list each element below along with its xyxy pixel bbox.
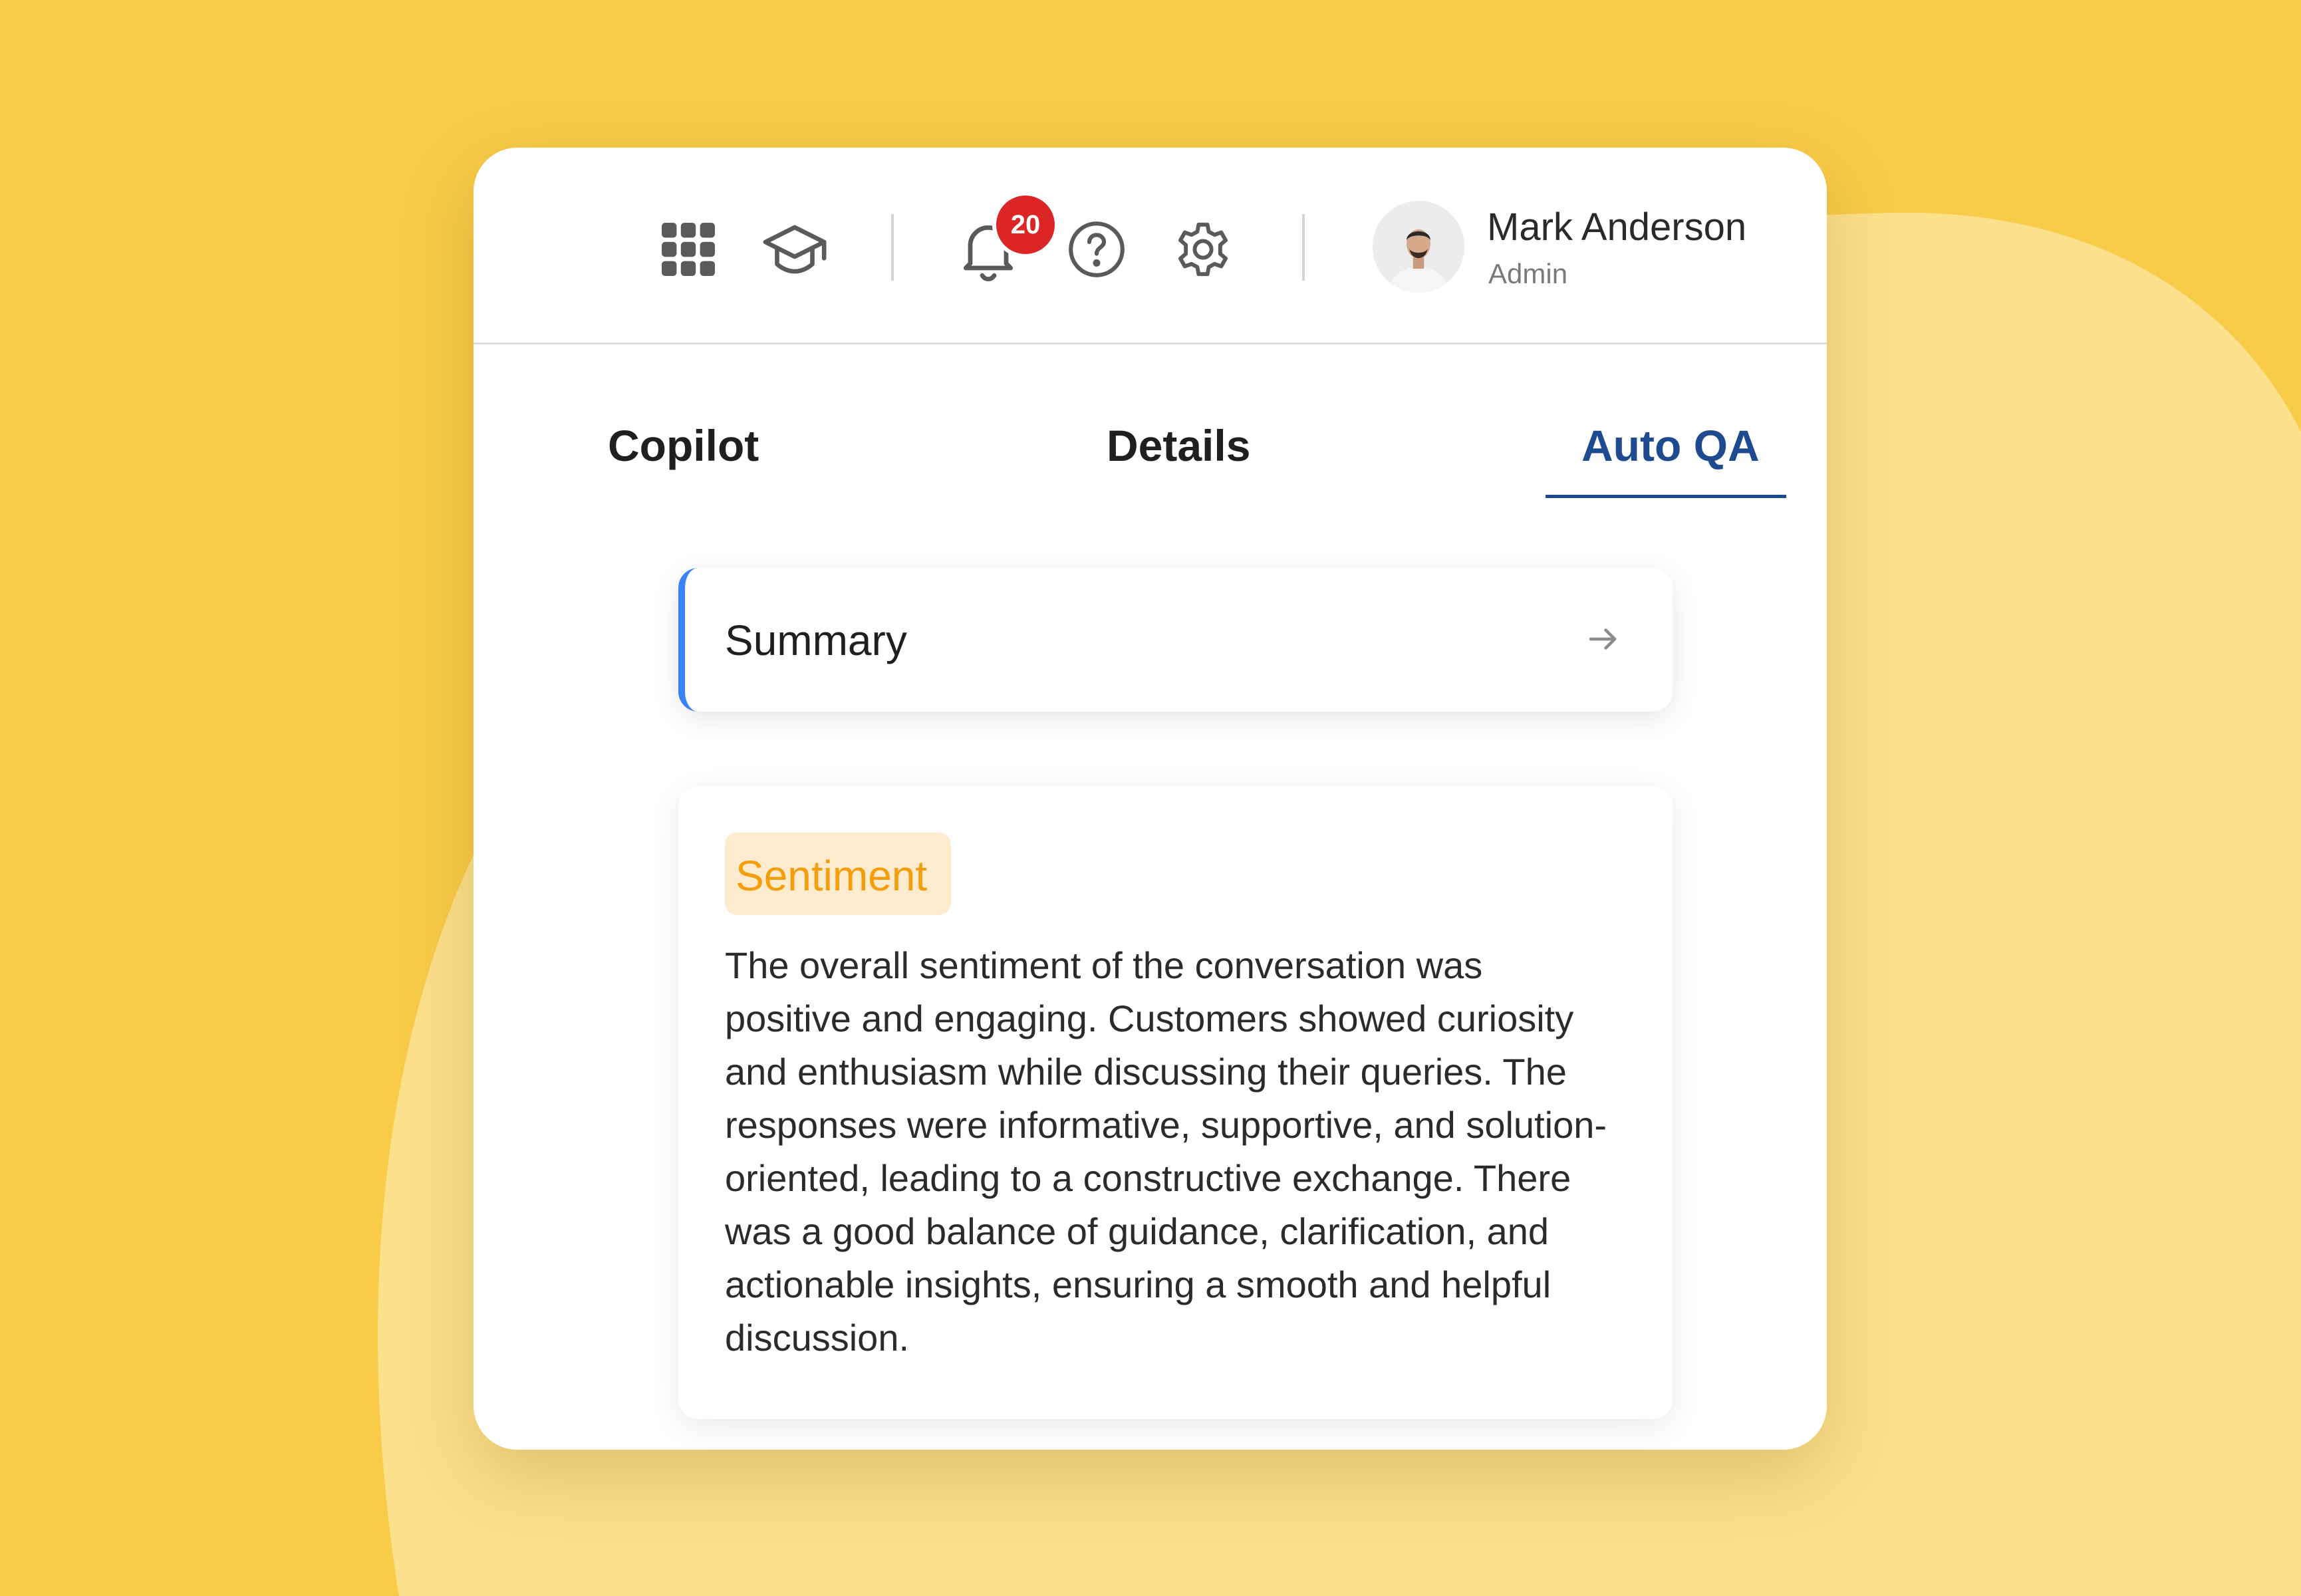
sentiment-line: was a good balance of guidance, clarific… (725, 1210, 1550, 1252)
sentiment-card: Sentiment The overall sentiment of the c… (678, 786, 1673, 1419)
summary-row[interactable]: Summary (678, 568, 1673, 712)
sentiment-line: positive and engaging. Customers showed … (725, 998, 1574, 1039)
summary-label: Summary (725, 616, 907, 664)
top-bar: 20 Mark Anderson Admin (474, 148, 1827, 344)
user-name: Mark Anderson (1487, 205, 1747, 249)
user-role: Admin (1488, 258, 1568, 289)
apps-grid-icon[interactable] (656, 217, 720, 281)
gear-icon[interactable] (1172, 218, 1234, 281)
panel-card: 20 Mark Anderson Admin Copilot Details A… (474, 148, 1827, 1450)
sentiment-description: The overall sentiment of the conversatio… (725, 939, 1643, 1365)
active-tab-indicator (1546, 495, 1786, 498)
sentiment-line: The overall sentiment of the conversatio… (725, 944, 1483, 986)
tab-details[interactable]: Details (1107, 420, 1250, 471)
notification-badge: 20 (992, 192, 1059, 258)
sentiment-chip: Sentiment (725, 833, 951, 915)
sentiment-line: and enthusiasm while discussing their qu… (725, 1051, 1567, 1093)
toolbar-divider (891, 214, 894, 281)
sentiment-line: oriented, leading to a constructive exch… (725, 1157, 1571, 1199)
graduation-cap-icon[interactable] (759, 214, 830, 285)
sentiment-line: responses were informative, supportive, … (725, 1104, 1607, 1146)
tab-copilot[interactable]: Copilot (608, 420, 759, 471)
avatar[interactable] (1373, 201, 1464, 293)
toolbar-divider (1302, 214, 1305, 281)
sentiment-line: actionable insights, ensuring a smooth a… (725, 1264, 1552, 1305)
tab-auto-qa[interactable]: Auto QA (1581, 420, 1760, 471)
help-circle-icon[interactable] (1064, 217, 1129, 282)
sentiment-line: discussion. (725, 1317, 910, 1359)
arrow-right-icon[interactable] (1585, 621, 1621, 657)
sentiment-label: Sentiment (736, 852, 928, 900)
